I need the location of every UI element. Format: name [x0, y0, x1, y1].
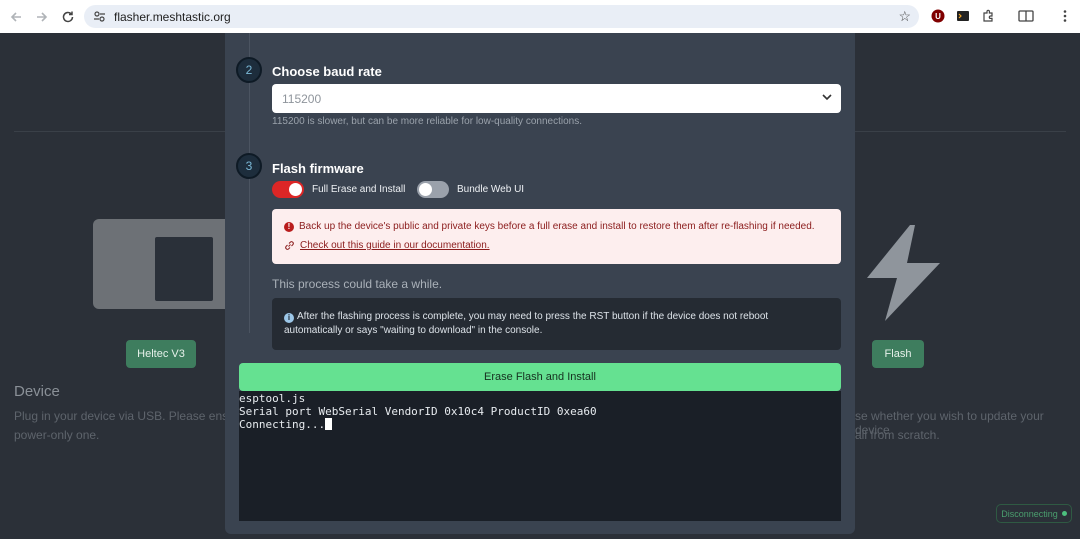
console-line-prompt: Connecting... — [239, 418, 841, 431]
lightning-bolt-icon — [867, 225, 940, 321]
board-screen — [155, 237, 213, 301]
step-number-2: 2 — [236, 57, 262, 83]
menu-kebab-icon[interactable] — [1057, 8, 1073, 24]
extensions-puzzle-icon[interactable] — [980, 8, 996, 24]
bundle-web-ui-label: Bundle Web UI — [457, 184, 525, 195]
bundle-web-ui-toggle[interactable] — [417, 181, 449, 198]
ublock-icon[interactable]: U — [930, 8, 946, 24]
address-bar[interactable]: flasher.meshtastic.org ☆ — [84, 5, 919, 28]
documentation-link-text[interactable]: Check out this guide in our documentatio… — [300, 240, 490, 251]
device-instructions-line2: power-only one. — [14, 428, 100, 442]
svg-text:U: U — [935, 12, 941, 21]
console-line: Connecting... — [239, 418, 326, 431]
toggle-knob — [289, 183, 302, 196]
connection-status-text: Disconnecting — [1001, 508, 1058, 519]
chevron-down-icon — [822, 94, 832, 101]
post-flash-info-text: After the flashing process is complete, … — [284, 311, 769, 336]
url-text[interactable]: flasher.meshtastic.org — [114, 10, 231, 24]
step-number-3: 3 — [236, 153, 262, 179]
connection-status-badge: Disconnecting — [996, 504, 1072, 523]
flash-modal: 2 Choose baud rate 115200 115200 is slow… — [225, 33, 855, 534]
baud-rate-hint: 115200 is slower, but can be more reliab… — [272, 116, 582, 127]
toggle-knob — [419, 183, 432, 196]
flash-instructions-line2: all from scratch. — [855, 428, 940, 442]
baud-rate-select[interactable]: 115200 — [272, 84, 841, 113]
bookmark-star-icon[interactable]: ☆ — [898, 8, 911, 25]
process-duration-text: This process could take a while. — [272, 277, 443, 291]
baud-rate-value: 115200 — [282, 91, 322, 106]
device-section-title: Device — [14, 383, 60, 400]
flash-button[interactable]: Flash — [872, 340, 924, 368]
back-arrow-icon[interactable] — [5, 6, 27, 28]
console-line: Serial port WebSerial VendorID 0x10c4 Pr… — [239, 405, 597, 418]
link-icon — [285, 241, 294, 250]
backup-warning-alert: ! Back up the device's public and privat… — [272, 209, 841, 264]
warning-text: Back up the device's public and private … — [299, 221, 815, 232]
full-erase-toggle[interactable] — [272, 181, 304, 198]
alert-icon: ! — [284, 221, 294, 232]
status-dot-icon — [1061, 511, 1067, 516]
reload-icon[interactable] — [57, 6, 79, 28]
post-flash-info: i After the flashing process is complete,… — [272, 298, 841, 350]
console-cursor — [325, 418, 333, 430]
browser-toolbar: flasher.meshtastic.org ☆ U — [0, 0, 1080, 33]
device-instructions-line1: Plug in your device via USB. Please ensu… — [14, 409, 239, 423]
full-erase-label: Full Erase and Install — [312, 184, 406, 195]
device-select-button[interactable]: Heltec V3 — [126, 340, 196, 368]
forward-arrow-icon[interactable] — [31, 6, 53, 28]
console-line: esptool.js — [239, 392, 306, 405]
flash-firmware-title: Flash firmware — [272, 161, 364, 176]
baud-rate-title: Choose baud rate — [272, 64, 382, 79]
terminal-extension-icon[interactable] — [955, 8, 971, 24]
warning-row: ! Back up the device's public and privat… — [284, 221, 815, 232]
documentation-link[interactable]: Check out this guide in our documentatio… — [284, 240, 490, 251]
flash-console[interactable]: esptool.js Serial port WebSerial VendorI… — [239, 391, 841, 521]
reading-mode-icon[interactable] — [1017, 8, 1035, 24]
info-icon: i — [284, 313, 294, 323]
site-settings-icon[interactable] — [90, 8, 108, 26]
erase-flash-install-button[interactable]: Erase Flash and Install — [239, 363, 841, 391]
